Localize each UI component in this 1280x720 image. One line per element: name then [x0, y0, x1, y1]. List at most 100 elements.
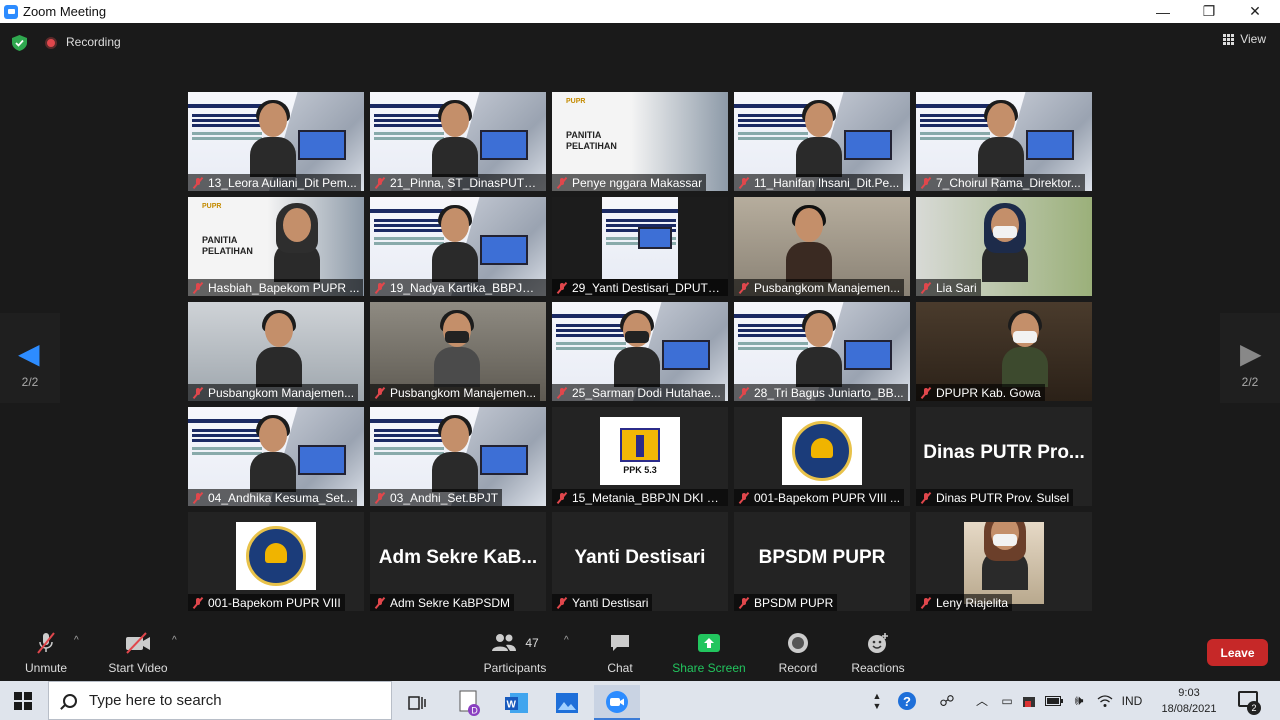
participant-video [432, 205, 478, 282]
input-language[interactable]: IND [1118, 681, 1146, 720]
taskbar-clock[interactable]: 9:03 18/08/2021 [1150, 685, 1228, 717]
participant-tile[interactable]: 21_Pinna, ST_DinasPUTRS... [370, 92, 546, 191]
start-video-button[interactable]: Start Video [106, 631, 170, 675]
participants-button[interactable]: 47 Participants [482, 631, 548, 675]
participant-video [256, 310, 302, 387]
participant-gallery: 13_Leora Auliani_Dit Pem... 21_Pinna, ST_… [188, 92, 1093, 612]
svg-text:D: D [471, 705, 478, 715]
windows-taskbar: D W ▲▼ ? ☍ ︿ ▭ 🕪 IND 9:03 18/08/2021 2 [0, 681, 1280, 720]
participant-tile[interactable]: Leny Riajelita [916, 512, 1092, 611]
help-icon[interactable]: ? [894, 681, 920, 720]
view-button[interactable]: View [1223, 32, 1266, 46]
participant-tile[interactable]: Pusbangkom Manajemen... [188, 302, 364, 401]
participant-tile[interactable]: 001-Bapekom PUPR VIII [188, 512, 364, 611]
participant-video [982, 203, 1028, 282]
participant-name: 04_Andhika Kesuma_Set... [208, 490, 354, 505]
volume-icon[interactable]: 🕪 [1068, 681, 1090, 720]
participant-name: Yanti Destisari [572, 595, 649, 610]
video-options-caret-icon[interactable]: ^ [172, 635, 177, 646]
participant-tile[interactable]: 04_Andhika Kesuma_Set... [188, 407, 364, 506]
participant-tile[interactable]: 001-Bapekom PUPR VIII ... [734, 407, 910, 506]
audio-options-caret-icon[interactable]: ^ [74, 635, 79, 646]
word-app-icon[interactable]: W [494, 685, 540, 720]
record-button[interactable]: Record [778, 631, 818, 675]
participant-name-bar: 15_Metania_BBPJN DKI Ja... [552, 489, 728, 506]
unmute-button[interactable]: Unmute [24, 631, 68, 675]
participant-tile[interactable]: Pusbangkom Manajemen... [734, 197, 910, 296]
participant-display-name: Adm Sekre KaB... [378, 547, 538, 568]
participant-video [786, 205, 832, 282]
wifi-icon[interactable] [1094, 681, 1116, 720]
participant-tile[interactable]: Yanti Destisari Yanti Destisari [552, 512, 728, 611]
prev-page-nav[interactable]: ◀ 2/2 [0, 313, 60, 403]
participant-tile[interactable]: 28_Tri Bagus Juniarto_BB... [734, 302, 910, 401]
participant-name: 7_Choirul Rama_Direktor... [936, 175, 1081, 190]
recording-label[interactable]: Recording [66, 35, 121, 49]
participant-tile[interactable]: 19_Nadya Kartika_BBPJN ... [370, 197, 546, 296]
participant-video [274, 203, 320, 282]
file-explorer-profile-icon[interactable]: D [446, 685, 492, 720]
participant-tile[interactable]: DPUPR Kab. Gowa [916, 302, 1092, 401]
participant-tile[interactable]: BPSDM PUPR BPSDM PUPR [734, 512, 910, 611]
mic-muted-icon [192, 177, 204, 189]
mic-muted-icon [556, 597, 568, 609]
participant-tile[interactable]: Adm Sekre KaB... Adm Sekre KaBPSDM [370, 512, 546, 611]
participant-tile[interactable]: 7_Choirul Rama_Direktor... [916, 92, 1092, 191]
participant-name-bar: 13_Leora Auliani_Dit Pem... [188, 174, 361, 191]
participant-video [250, 100, 296, 177]
participant-tile[interactable]: Pusbangkom Manajemen... [370, 302, 546, 401]
next-page-nav[interactable]: ▶ 2/2 [1220, 313, 1280, 403]
participant-tile[interactable]: PUPR PANITIA PELATIHAN Hasbiah_Bapekom PUPR… [188, 197, 364, 296]
participant-name: 11_Hanifan Ihsani_Dit.Pe... [754, 175, 900, 190]
view-label: View [1240, 32, 1266, 46]
participant-tile[interactable]: PUPR PANITIA PELATIHAN Penye nggara Makassa… [552, 92, 728, 191]
share-screen-button[interactable]: Share Screen [672, 631, 746, 675]
participant-tile[interactable]: Dinas PUTR Pro... Dinas PUTR Prov. Sulsel [916, 407, 1092, 506]
prev-page-arrow-icon[interactable]: ◀ [18, 337, 40, 370]
participant-tile[interactable]: 25_Sarman Dodi Hutahae... [552, 302, 728, 401]
taskbar-search-input[interactable] [89, 692, 369, 709]
tray-app-icon[interactable] [1018, 681, 1040, 720]
participants-icon [492, 634, 517, 651]
windows-start-icon[interactable] [14, 692, 32, 710]
minimize-button[interactable]: — [1140, 0, 1186, 23]
close-button[interactable]: ✕ [1232, 0, 1278, 23]
mic-muted-icon [738, 282, 750, 294]
participant-tile[interactable]: Lia Sari [916, 197, 1092, 296]
mic-muted-icon [556, 177, 568, 189]
mic-muted-icon [192, 387, 204, 399]
taskbar-search[interactable] [48, 681, 392, 720]
participant-name-bar: DPUPR Kab. Gowa [916, 384, 1045, 401]
participant-tile[interactable]: PPK 5.3 15_Metania_BBPJN DKI Ja... [552, 407, 728, 506]
mic-muted-icon [192, 282, 204, 294]
participants-options-caret-icon[interactable]: ^ [564, 635, 569, 646]
leave-button[interactable]: Leave [1207, 639, 1268, 666]
participant-tile[interactable]: 13_Leora Auliani_Dit Pem... [188, 92, 364, 191]
mic-muted-icon [920, 492, 932, 504]
photos-app-icon[interactable] [544, 685, 590, 720]
encryption-shield-icon[interactable] [12, 35, 27, 51]
tray-chevron-icon[interactable]: ︿ [972, 681, 992, 720]
tray-device-icon[interactable]: ▭ [996, 681, 1018, 720]
zoom-taskbar-icon[interactable] [594, 685, 640, 720]
next-page-arrow-icon[interactable]: ▶ [1240, 337, 1262, 370]
tray-scroll-icon[interactable]: ▲ ▼ [868, 681, 886, 720]
reactions-button[interactable]: Reactions [850, 631, 906, 675]
battery-icon[interactable] [1042, 681, 1066, 720]
participant-name: DPUPR Kab. Gowa [936, 385, 1041, 400]
participant-name: Pusbangkom Manajemen... [208, 385, 355, 400]
participant-tile[interactable]: 11_Hanifan Ihsani_Dit.Pe... [734, 92, 910, 191]
task-view-icon[interactable] [394, 685, 440, 720]
people-icon[interactable]: ☍ [934, 681, 960, 720]
restore-button[interactable]: ❐ [1186, 0, 1232, 23]
mic-muted-icon [738, 177, 750, 189]
participant-name-bar: Dinas PUTR Prov. Sulsel [916, 489, 1074, 506]
mic-muted-icon [192, 492, 204, 504]
share-screen-icon [697, 631, 721, 655]
participant-tile[interactable]: 29_Yanti Destisari_DPUTR... [552, 197, 728, 296]
chat-button[interactable]: Chat [604, 631, 636, 675]
participant-name-bar: Hasbiah_Bapekom PUPR ... [188, 279, 364, 296]
clock-time: 9:03 [1178, 687, 1200, 699]
participant-tile[interactable]: 03_Andhi_Set.BPJT [370, 407, 546, 506]
panitia-slide-text: PANITIA PELATIHAN [566, 130, 617, 151]
